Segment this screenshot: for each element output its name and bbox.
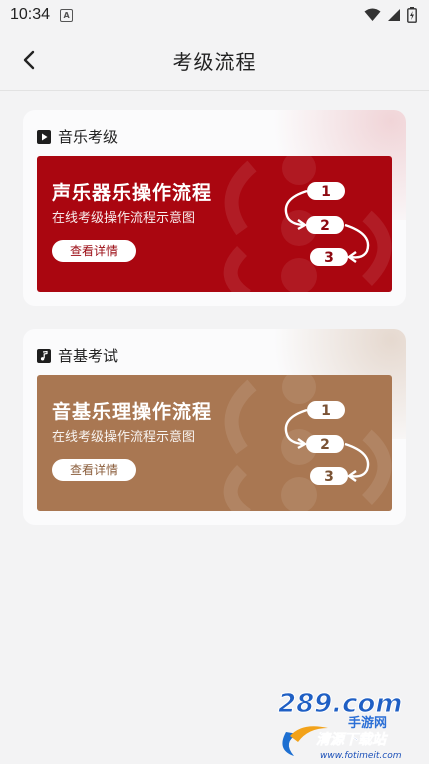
music-note-icon	[37, 348, 51, 363]
step-label: 3	[324, 250, 334, 266]
section-music-theory-exam: 音基考试 音基乐理操作流程 在线考级操作流程示意图 查看详情 1 2 3	[23, 329, 406, 525]
card-subtitle: 在线考级操作流程示意图	[52, 430, 196, 445]
battery-icon	[407, 7, 417, 23]
watermark-sub1: 手游网	[348, 715, 387, 731]
app-notification-icon: A	[60, 8, 74, 22]
watermark-brand: 289.com	[278, 689, 403, 719]
step-label: 2	[320, 218, 330, 234]
play-icon	[37, 129, 51, 144]
status-time: 10:34	[10, 6, 51, 23]
step-label: 2	[320, 437, 330, 453]
view-details-button[interactable]: 查看详情	[52, 240, 136, 262]
app-header: 考级流程	[0, 30, 429, 91]
section-header: 音乐考级	[37, 126, 118, 147]
section-header: 音基考试	[37, 345, 118, 366]
watermark-url: www.fotimeit.com	[320, 751, 402, 761]
site-watermark-logo: 289.com 手游网 清源下载站 www.fotimeit.com	[278, 689, 404, 762]
status-bar: 10:34 A	[0, 0, 429, 30]
signal-icon	[388, 9, 400, 21]
card-title: 声乐器乐操作流程	[52, 182, 213, 204]
page-title: 考级流程	[172, 49, 257, 74]
section-music-exam: 音乐考级 声乐器乐操作流程 在线考级操作流程示意图 查看详情 1 2 3	[23, 110, 406, 306]
vocal-instrument-flow-card[interactable]: 声乐器乐操作流程 在线考级操作流程示意图 查看详情 1 2 3	[37, 156, 392, 292]
section-title: 音乐考级	[58, 128, 119, 146]
step-label: 1	[321, 403, 331, 419]
view-details-button[interactable]: 查看详情	[52, 459, 136, 481]
flow-steps-diagram: 1 2 3	[284, 401, 370, 485]
step-label: 1	[321, 184, 331, 200]
card-subtitle: 在线考级操作流程示意图	[52, 211, 196, 226]
section-title: 音基考试	[58, 347, 119, 365]
step-label: 3	[324, 469, 334, 485]
card-title: 音基乐理操作流程	[52, 401, 213, 423]
flow-steps-diagram: 1 2 3	[284, 182, 370, 266]
wifi-icon	[364, 8, 381, 21]
back-arrow-icon[interactable]	[16, 46, 44, 74]
music-theory-flow-card[interactable]: 音基乐理操作流程 在线考级操作流程示意图 查看详情 1 2 3	[37, 375, 392, 511]
watermark-sub2: 清源下载站	[316, 731, 389, 748]
